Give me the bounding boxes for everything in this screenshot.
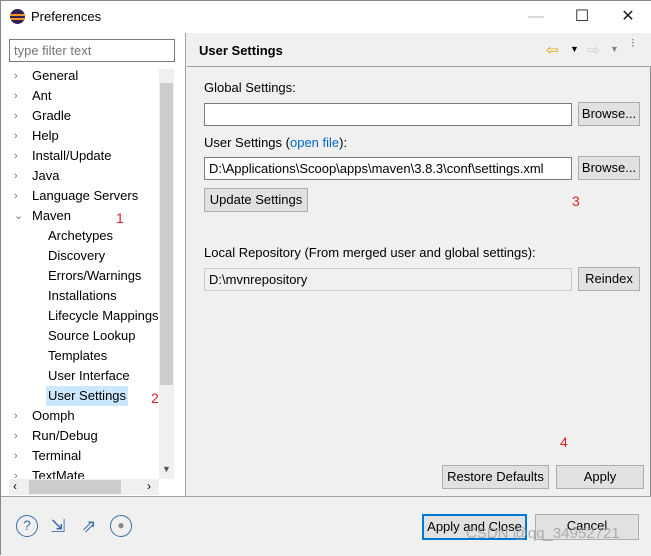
tree-item-label: Lifecycle Mappings	[48, 308, 159, 323]
tree-item[interactable]: Errors/Warnings	[1, 266, 159, 286]
export-icon[interactable]: ⇗	[78, 515, 100, 537]
user-settings-label-end: ):	[339, 135, 348, 150]
tree-item[interactable]: Installations	[1, 286, 159, 306]
tree-item-label: Templates	[48, 348, 108, 363]
maximize-button[interactable]: ☐	[562, 5, 602, 29]
tree-item[interactable]: › Install/Update	[1, 146, 159, 166]
tree-item-label: Terminal	[32, 448, 82, 463]
tree-item[interactable]: Discovery	[1, 246, 159, 266]
annotation-1: 1	[116, 210, 124, 226]
tree-item-label: Gradle	[32, 108, 72, 123]
tree-item[interactable]: User Settings	[1, 386, 159, 406]
chevron-right-icon[interactable]: ›	[14, 146, 18, 166]
apply-button[interactable]: Apply	[556, 465, 644, 489]
global-settings-label: Global Settings:	[204, 80, 296, 95]
update-settings-button[interactable]: Update Settings	[204, 188, 308, 212]
tree-item-label: User Settings	[46, 386, 129, 406]
scroll-right-icon[interactable]: ›	[147, 479, 151, 493]
tree-vertical-scroll-thumb[interactable]	[160, 83, 173, 385]
watermark: CSDN @qq_34952721	[466, 525, 620, 542]
chevron-right-icon[interactable]: ›	[14, 106, 18, 126]
user-settings-label-text: User Settings (	[204, 135, 290, 150]
tree-item[interactable]: ⌄ Maven	[1, 206, 159, 226]
page-title: User Settings	[199, 43, 283, 58]
chevron-right-icon[interactable]: ›	[14, 186, 18, 206]
global-settings-input[interactable]	[204, 103, 572, 126]
tree-item-label: Install/Update	[32, 148, 112, 163]
forward-arrow-icon[interactable]: ⇨	[587, 41, 600, 59]
tree-horizontal-scroll-thumb[interactable]	[29, 480, 121, 494]
back-dropdown-icon[interactable]: ▼	[570, 44, 579, 54]
tree-item-label: Java	[32, 168, 60, 183]
filter-input[interactable]	[9, 39, 175, 62]
eclipse-logo-icon	[10, 9, 25, 24]
scroll-left-icon[interactable]: ‹	[13, 479, 17, 493]
tree-item[interactable]: › Help	[1, 126, 159, 146]
browse-user-button[interactable]: Browse...	[578, 156, 640, 180]
reindex-button[interactable]: Reindex	[578, 267, 640, 291]
tree-item-label: Installations	[48, 288, 117, 303]
tree-item-label: General	[32, 68, 79, 83]
open-file-link[interactable]: open file	[290, 135, 339, 150]
close-button[interactable]: ✕	[608, 5, 648, 29]
tree-item-label: Language Servers	[32, 188, 139, 203]
chevron-right-icon[interactable]: ›	[14, 406, 18, 426]
tree-item-label: Oomph	[32, 408, 75, 423]
tree-item-label: Run/Debug	[32, 428, 98, 443]
tree-item[interactable]: › Ant	[1, 86, 159, 106]
chevron-right-icon[interactable]: ›	[14, 446, 18, 466]
user-settings-label: User Settings (open file):	[204, 135, 347, 150]
annotation-2: 2	[151, 390, 159, 406]
oomph-record-icon[interactable]: ●	[110, 515, 132, 537]
tree-item-label: Source Lookup	[48, 328, 136, 343]
chevron-right-icon[interactable]: ›	[14, 166, 18, 186]
minimize-button[interactable]: —	[516, 5, 556, 29]
tree-item-label: Errors/Warnings	[48, 268, 142, 283]
tree-item[interactable]: › Terminal	[1, 446, 159, 466]
title-bar: Preferences — ☐ ✕	[1, 1, 651, 33]
import-icon[interactable]: ⇲	[47, 515, 69, 537]
tree-item[interactable]: › Language Servers	[1, 186, 159, 206]
tree-item-label: User Interface	[48, 368, 130, 383]
tree-item[interactable]: Lifecycle Mappings	[1, 306, 159, 326]
chevron-right-icon[interactable]: ›	[14, 426, 18, 446]
tree-item[interactable]: Templates	[1, 346, 159, 366]
chevron-right-icon[interactable]: ›	[14, 86, 18, 106]
chevron-down-icon[interactable]: ⌄	[14, 206, 23, 226]
tree-item[interactable]: › Run/Debug	[1, 426, 159, 446]
tree-item[interactable]: › General	[1, 66, 159, 86]
help-icon[interactable]: ?	[16, 515, 38, 537]
tree-item[interactable]: › Oomph	[1, 406, 159, 426]
chevron-right-icon[interactable]: ›	[14, 66, 18, 86]
chevron-right-icon[interactable]: ›	[14, 126, 18, 146]
browse-global-button[interactable]: Browse...	[578, 102, 640, 126]
annotation-3: 3	[572, 193, 580, 209]
forward-dropdown-icon[interactable]: ▼	[610, 44, 619, 54]
restore-defaults-button[interactable]: Restore Defaults	[442, 465, 549, 489]
tree-item[interactable]: › Gradle	[1, 106, 159, 126]
tree-item[interactable]: › Java	[1, 166, 159, 186]
tree-item-label: Archetypes	[48, 228, 114, 243]
tree-item-label: Maven	[32, 208, 72, 223]
tree-item-label: Help	[32, 128, 59, 143]
local-repository-input: D:\mvnrepository	[204, 268, 572, 291]
back-arrow-icon[interactable]: ⇦	[546, 41, 559, 59]
local-repository-label: Local Repository (From merged user and g…	[204, 245, 536, 260]
window-title: Preferences	[31, 9, 102, 24]
user-settings-input[interactable]: D:\Applications\Scoop\apps\maven\3.8.3\c…	[204, 157, 572, 180]
tree-item[interactable]: Source Lookup	[1, 326, 159, 346]
scroll-down-icon[interactable]: ▼	[162, 464, 171, 474]
tree-item[interactable]: Archetypes	[1, 226, 159, 246]
tree-item-label: Discovery	[48, 248, 106, 263]
tree-item-label: Ant	[32, 88, 52, 103]
tree-item[interactable]: User Interface	[1, 366, 159, 386]
view-menu-icon[interactable]: ⁝	[631, 37, 637, 49]
annotation-4: 4	[560, 434, 568, 450]
